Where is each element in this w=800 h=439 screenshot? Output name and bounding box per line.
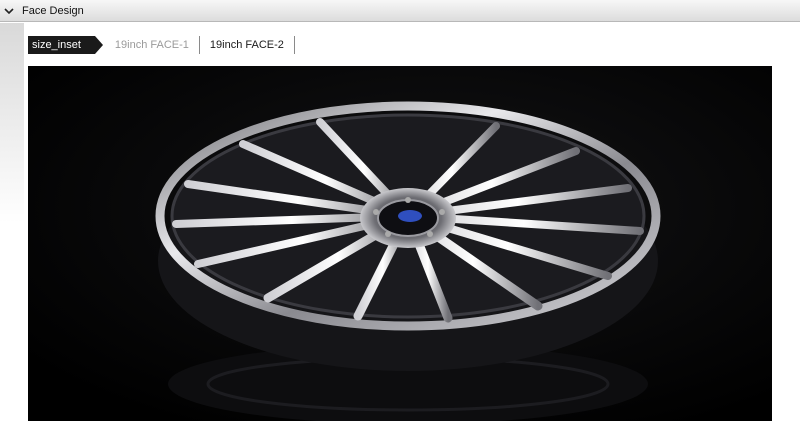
tab-19inch-face-1[interactable]: 19inch FACE-1 xyxy=(105,36,200,54)
tab-19inch-face-2-label: 19inch FACE-2 xyxy=(209,39,284,51)
side-shade xyxy=(0,23,24,223)
chevron-down-icon xyxy=(4,7,14,14)
tab-19inch-face-2[interactable]: 19inch FACE-2 xyxy=(200,36,295,54)
tab-size-inset[interactable]: size_inset xyxy=(28,36,103,54)
tab-19inch-face-1-label: 19inch FACE-1 xyxy=(114,39,189,51)
wheel-illustration xyxy=(28,66,772,421)
tab-size-inset-label: size_inset xyxy=(32,39,81,51)
size-tabs: size_inset 19inch FACE-1 19inch FACE-2 xyxy=(28,36,295,54)
section-title: Face Design xyxy=(22,4,84,17)
collapse-button[interactable] xyxy=(0,0,18,22)
section-header: Face Design xyxy=(0,0,800,22)
wheel-image xyxy=(28,66,772,421)
